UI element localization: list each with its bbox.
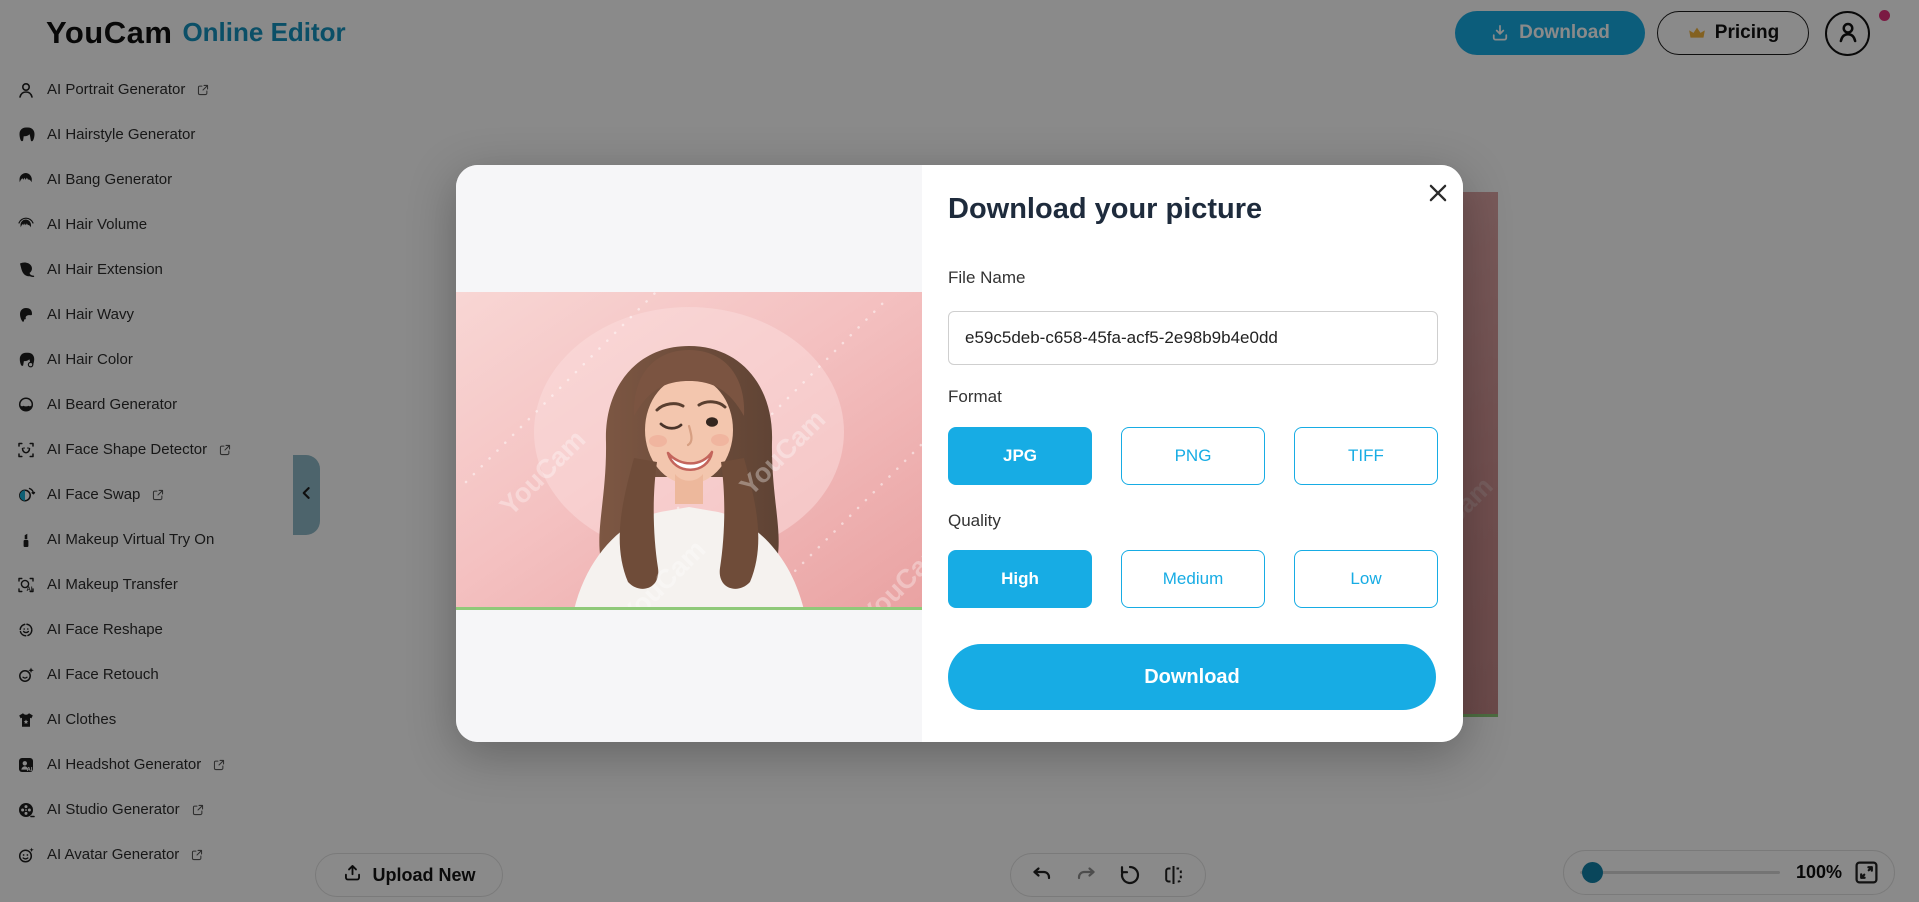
file-name-label: File Name [948, 268, 1026, 287]
format-option-jpg[interactable]: JPG [948, 427, 1092, 485]
app-window: YouCam Online Editor Download Pricing AI… [0, 0, 1919, 902]
preview-panel: YouCam YouCam YouCam YouCam [456, 165, 922, 742]
quality-option-medium[interactable]: Medium [1121, 550, 1265, 608]
preview-green-line [456, 607, 922, 610]
quality-options-group: High Medium Low [948, 550, 1438, 608]
dialog-title: Download your picture [948, 193, 1263, 225]
close-dialog-button[interactable] [1423, 179, 1453, 209]
file-name-input[interactable] [948, 311, 1438, 365]
download-dialog: YouCam YouCam YouCam YouCam Download you… [456, 165, 1463, 742]
format-option-png[interactable]: PNG [1121, 427, 1265, 485]
preview-image: YouCam YouCam YouCam YouCam [456, 292, 922, 610]
format-label: Format [948, 387, 1002, 406]
quality-label: Quality [948, 511, 1001, 530]
format-option-tiff[interactable]: TIFF [1294, 427, 1438, 485]
format-options-group: JPG PNG TIFF [948, 427, 1438, 485]
quality-option-low[interactable]: Low [1294, 550, 1438, 608]
dialog-download-button[interactable]: Download [948, 644, 1436, 710]
quality-option-high[interactable]: High [948, 550, 1092, 608]
close-icon [1425, 180, 1451, 209]
